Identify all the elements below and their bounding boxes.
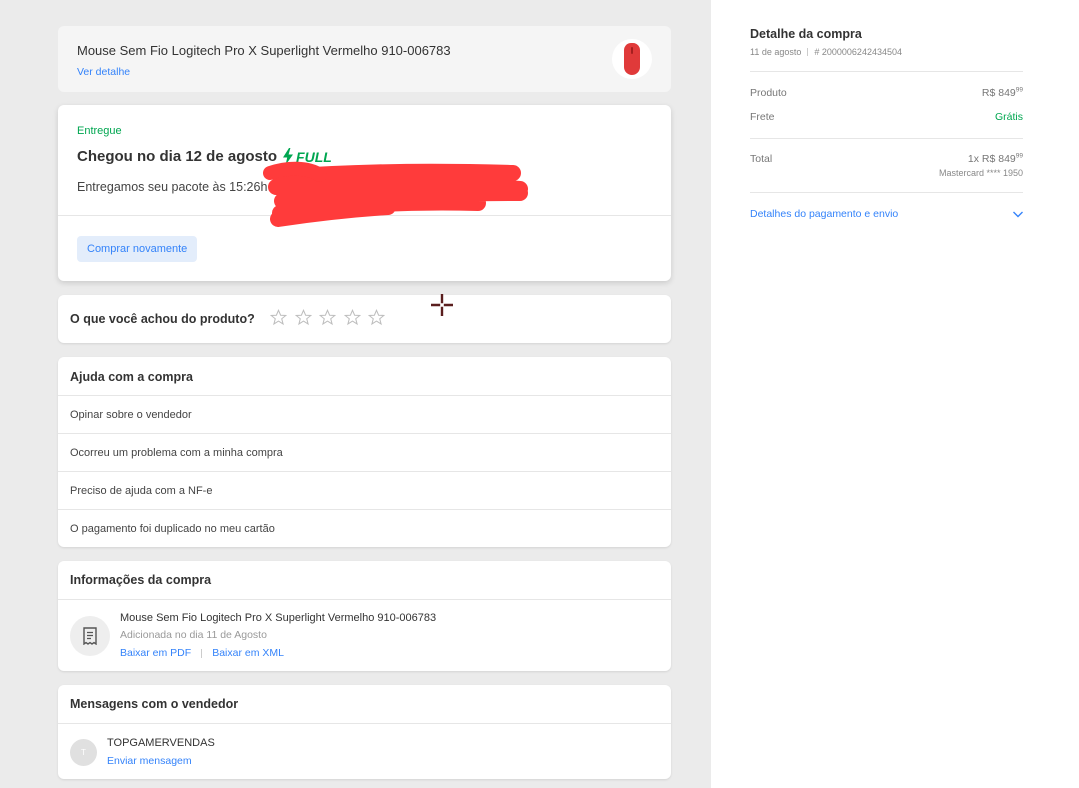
- divider: [58, 215, 671, 216]
- rating-card: O que você achou do produto?: [58, 295, 671, 343]
- messages-title: Mensagens com o vendedor: [70, 697, 239, 711]
- download-xml-link[interactable]: Baixar em XML: [212, 647, 284, 659]
- help-card: Ajuda com a compra Opinar sobre o vended…: [58, 357, 671, 547]
- summary-title: Detalhe da compra: [750, 27, 862, 41]
- info-title: Informações da compra: [70, 573, 212, 587]
- star-icon[interactable]: [319, 309, 337, 326]
- order-number: # 2000006242434504: [814, 47, 902, 57]
- red-mouse-image: [624, 43, 640, 75]
- product-thumbnail[interactable]: [612, 39, 652, 79]
- help-item-nfe[interactable]: Preciso de ajuda com a NF-e: [58, 471, 671, 509]
- divider: [750, 192, 1023, 193]
- divider: [58, 599, 671, 600]
- delivery-card: Entregue Chegou no dia 12 de agosto FULL…: [58, 105, 671, 281]
- shipping-label: Frete: [750, 111, 775, 123]
- help-item-duplicate-payment[interactable]: O pagamento foi duplicado no meu cartão: [58, 509, 671, 547]
- total-value: 1x R$ 84999: [968, 153, 1023, 165]
- divider: [750, 138, 1023, 139]
- separator: [807, 48, 809, 56]
- full-badge: FULL: [282, 148, 332, 165]
- invoice-links: Baixar em PDF Baixar em XML: [120, 647, 284, 659]
- purchase-summary-sidebar: Detalhe da compra 11 de agosto # 2000006…: [711, 0, 1079, 788]
- divider: [58, 723, 671, 724]
- full-badge-label: FULL: [296, 148, 332, 165]
- download-pdf-link[interactable]: Baixar em PDF: [120, 647, 191, 659]
- rating-question: O que você achou do produto?: [70, 312, 255, 326]
- delivery-status: Entregue: [77, 125, 122, 137]
- purchase-info-card: Informações da compra Mouse Sem Fio Logi…: [58, 561, 671, 671]
- help-item-problem[interactable]: Ocorreu um problema com a minha compra: [58, 433, 671, 471]
- product-price: R$ 84999: [982, 87, 1023, 99]
- help-item-rate-seller[interactable]: Opinar sobre o vendedor: [58, 395, 671, 433]
- invoice-product-title: Mouse Sem Fio Logitech Pro X Superlight …: [120, 612, 437, 624]
- seller-avatar: T: [70, 739, 97, 766]
- summary-meta: 11 de agosto # 2000006242434504: [750, 47, 902, 57]
- receipt-icon: [83, 627, 97, 645]
- delivery-headline: Chegou no dia 12 de agosto FULL: [77, 148, 332, 165]
- lightning-icon: [283, 148, 294, 165]
- divider: [750, 71, 1023, 72]
- seller-messages-card: Mensagens com o vendedor T TOPGAMERVENDA…: [58, 685, 671, 779]
- crosshair-cursor-icon: [431, 294, 453, 316]
- help-title: Ajuda com a compra: [70, 370, 193, 384]
- purchase-date: 11 de agosto: [750, 47, 802, 57]
- delivery-date-text: Chegou no dia 12 de agosto: [77, 148, 278, 165]
- star-icon[interactable]: [368, 309, 386, 326]
- buy-again-button[interactable]: Comprar novamente: [77, 236, 198, 262]
- delivery-description: Entregamos seu pacote às 15:26h em io, S…: [77, 180, 370, 194]
- product-price-cents: 99: [1015, 86, 1023, 94]
- separator: [201, 648, 203, 658]
- product-price-value: R$ 849: [981, 87, 1016, 99]
- product-header-card: Mouse Sem Fio Logitech Pro X Superlight …: [58, 26, 671, 92]
- invoice-added-date: Adicionada no dia 11 de Agosto: [120, 629, 267, 641]
- star-icon[interactable]: [270, 309, 287, 326]
- star-icon[interactable]: [294, 309, 312, 326]
- total-value-cents: 99: [1015, 152, 1023, 160]
- seller-name: TOPGAMERVENDAS: [107, 737, 215, 749]
- chevron-down-icon[interactable]: [1012, 209, 1024, 219]
- star-icon[interactable]: [343, 309, 361, 326]
- total-value-amount: 1x R$ 849: [967, 153, 1016, 165]
- total-label: Total: [750, 153, 773, 165]
- payment-details-link[interactable]: Detalhes do pagamento e envio: [750, 208, 898, 220]
- product-label: Produto: [750, 87, 787, 99]
- star-rating[interactable]: [270, 309, 393, 326]
- invoice-icon-wrapper: [70, 616, 110, 656]
- main-column: Mouse Sem Fio Logitech Pro X Superlight …: [0, 0, 711, 788]
- product-title: Mouse Sem Fio Logitech Pro X Superlight …: [77, 43, 451, 58]
- view-detail-link[interactable]: Ver detalhe: [77, 66, 130, 78]
- send-message-link[interactable]: Enviar mensagem: [107, 755, 192, 767]
- payment-card: Mastercard **** 1950: [938, 168, 1023, 178]
- shipping-value: Grátis: [994, 111, 1023, 123]
